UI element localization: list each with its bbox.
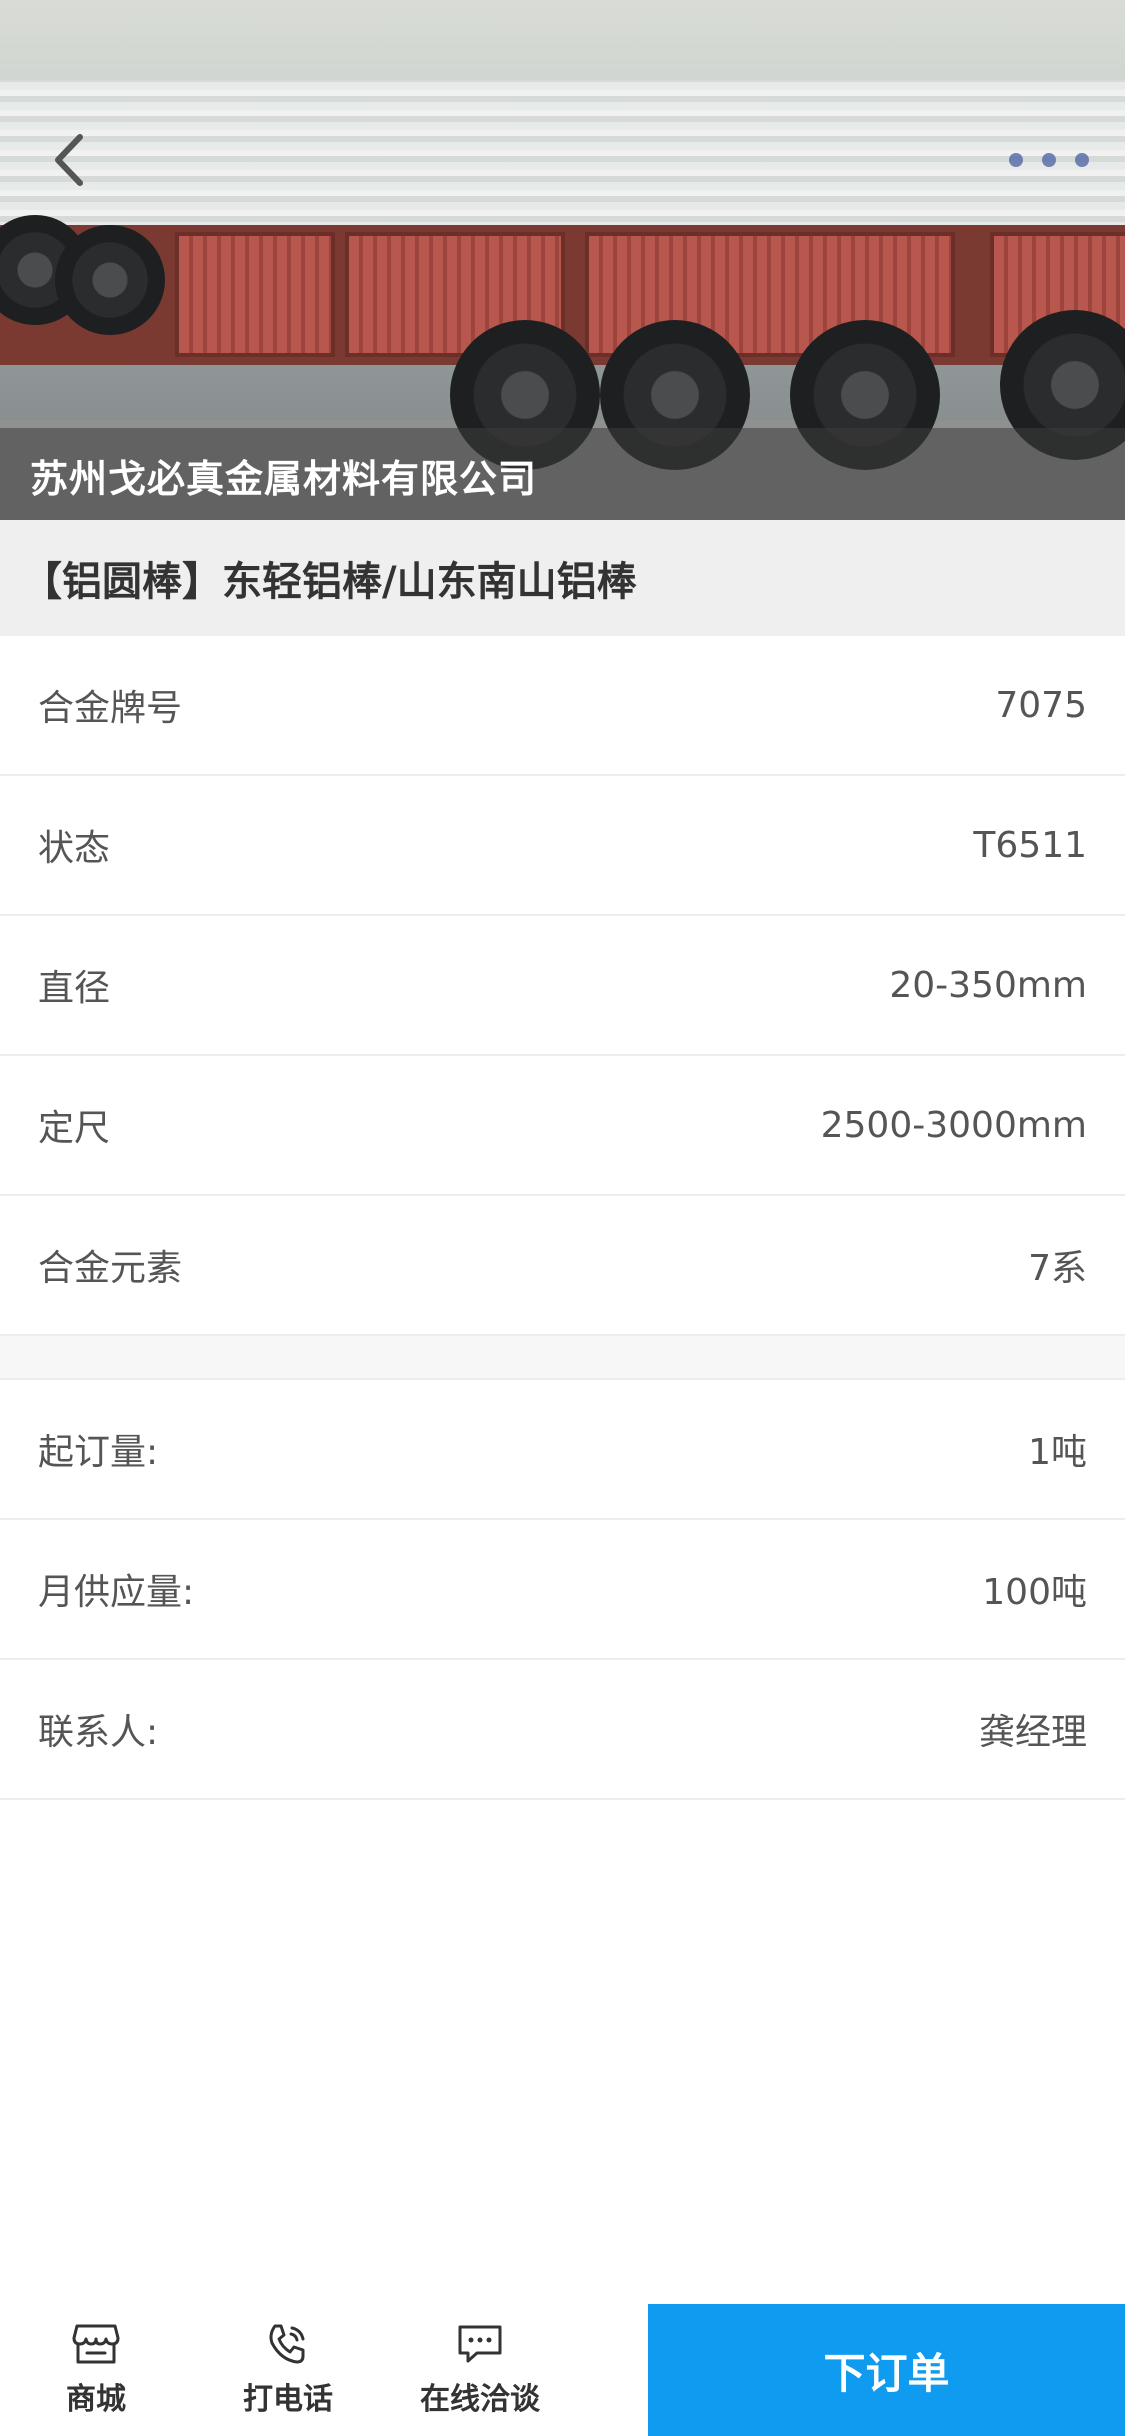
more-options-button[interactable] bbox=[1009, 140, 1089, 180]
spec-row-alloy-grade: 合金牌号 7075 bbox=[0, 636, 1125, 776]
tab-shop[interactable]: 商城 bbox=[0, 2304, 192, 2436]
back-button[interactable] bbox=[40, 130, 100, 190]
company-name: 苏州戈必真金属材料有限公司 bbox=[30, 457, 538, 501]
supply-label: 月供应量: bbox=[38, 1572, 195, 1613]
supply-row-min-order: 起订量: 1吨 bbox=[0, 1380, 1125, 1520]
spec-row-diameter: 直径 20-350mm bbox=[0, 916, 1125, 1056]
supply-value: 龚经理 bbox=[978, 1712, 1087, 1753]
tab-label: 打电话 bbox=[243, 2382, 333, 2417]
bottom-action-bar: 商城 打电话 在线洽谈 下订单 bbox=[0, 2304, 1125, 2436]
tab-online-chat[interactable]: 在线洽谈 bbox=[384, 2304, 576, 2436]
spec-row-fixed-length: 定尺 2500-3000mm bbox=[0, 1056, 1125, 1196]
supply-value: 100吨 bbox=[982, 1572, 1087, 1613]
tab-label: 在线洽谈 bbox=[420, 2382, 540, 2417]
spec-value: 7系 bbox=[1028, 1248, 1087, 1289]
spec-label: 合金牌号 bbox=[38, 688, 183, 729]
place-order-button[interactable]: 下订单 bbox=[648, 2304, 1125, 2436]
more-dots-icon bbox=[1009, 153, 1023, 167]
phone-icon bbox=[269, 2324, 305, 2364]
supply-row-monthly-supply: 月供应量: 100吨 bbox=[0, 1520, 1125, 1660]
tab-label: 商城 bbox=[66, 2382, 126, 2417]
chat-icon bbox=[458, 2325, 502, 2363]
section-divider bbox=[0, 1336, 1125, 1380]
spec-row-alloy-series: 合金元素 7系 bbox=[0, 1196, 1125, 1336]
spec-value: 20-350mm bbox=[889, 964, 1087, 1006]
spec-value: 2500-3000mm bbox=[820, 1104, 1087, 1146]
product-title: 【铝圆棒】东轻铝棒/山东南山铝棒 bbox=[22, 559, 637, 605]
spec-label: 合金元素 bbox=[38, 1248, 183, 1289]
supply-row-contact: 联系人: 龚经理 bbox=[0, 1660, 1125, 1800]
product-photo: 苏州戈必真金属材料有限公司 bbox=[0, 0, 1125, 520]
supply-label: 起订量: bbox=[38, 1432, 159, 1473]
spec-label: 状态 bbox=[38, 828, 111, 869]
supply-label: 联系人: bbox=[38, 1712, 159, 1753]
chevron-left-icon bbox=[55, 134, 83, 186]
tab-call[interactable]: 打电话 bbox=[192, 2304, 384, 2436]
product-detail-page: 苏州戈必真金属材料有限公司 【铝圆棒】东轻铝棒/山东南山铝棒 合金牌号 7075… bbox=[0, 0, 1125, 2436]
spec-list: 合金牌号 7075 状态 T6511 直径 20-350mm 定尺 2500-3… bbox=[0, 636, 1125, 1336]
place-order-label: 下订单 bbox=[823, 2348, 950, 2398]
shop-icon bbox=[72, 2324, 120, 2364]
spec-value: 7075 bbox=[995, 684, 1087, 726]
spec-value: T6511 bbox=[973, 824, 1087, 866]
spec-row-temper: 状态 T6511 bbox=[0, 776, 1125, 916]
supply-value: 1吨 bbox=[1028, 1432, 1087, 1473]
spec-label: 直径 bbox=[38, 968, 111, 1009]
product-title-row: 【铝圆棒】东轻铝棒/山东南山铝棒 bbox=[0, 520, 1125, 636]
supply-info-list: 起订量: 1吨 月供应量: 100吨 联系人: 龚经理 bbox=[0, 1380, 1125, 1800]
spec-label: 定尺 bbox=[38, 1108, 111, 1149]
